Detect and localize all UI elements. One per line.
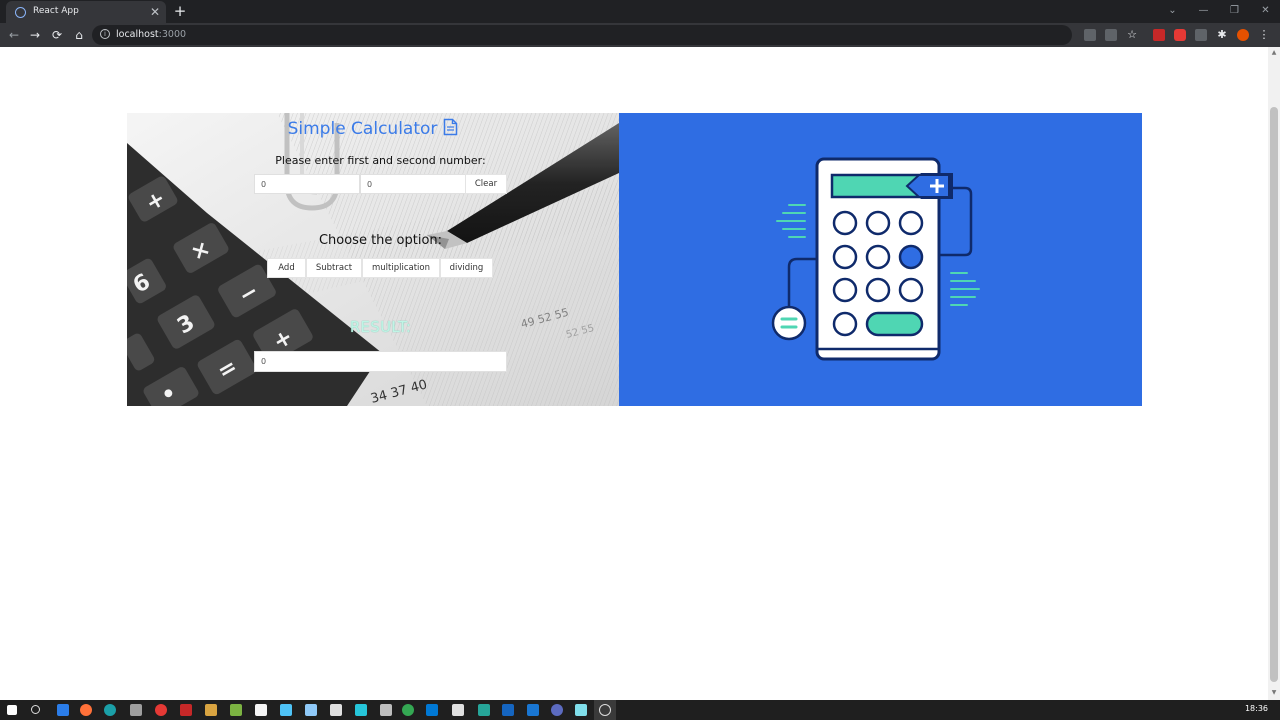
browser-toolbar: ← → ⟳ ⌂ i localhost:3000 ☆ ✱ ⋮	[0, 23, 1280, 47]
tab-close-icon[interactable]: ✕	[150, 4, 160, 20]
calculator-illustration	[771, 157, 980, 361]
edge-icon[interactable]	[104, 704, 116, 716]
app-icon-4[interactable]	[255, 704, 267, 716]
result-field[interactable]	[254, 351, 507, 372]
site-info-icon[interactable]: i	[100, 29, 110, 39]
scroll-thumb[interactable]	[1270, 107, 1278, 682]
reload-button[interactable]: ⟳	[48, 26, 66, 44]
new-tab-button[interactable]: +	[171, 2, 189, 20]
taskbar-clock: 18:36	[1244, 704, 1268, 713]
chrome-icon[interactable]	[402, 704, 414, 716]
profile-icon[interactable]	[1237, 29, 1249, 41]
page-scrollbar[interactable]: ▲ ▼	[1268, 47, 1280, 700]
vscode-icon[interactable]	[426, 704, 438, 716]
motion-lines-right-icon	[950, 272, 980, 306]
word-icon[interactable]	[502, 704, 514, 716]
edge-legacy-icon[interactable]	[57, 704, 69, 716]
address-url[interactable]: localhost:3000	[116, 29, 186, 40]
app-icon-12[interactable]	[527, 704, 539, 716]
document-icon	[443, 118, 458, 141]
forward-button[interactable]: →	[26, 26, 44, 44]
page-viewport: 49 52 55 34 37 40 52 55 + × − + 6 3 = • …	[0, 47, 1268, 700]
extension-red-icon[interactable]	[1153, 29, 1165, 41]
app-icon-1[interactable]	[130, 704, 142, 716]
first-number-input[interactable]	[254, 174, 360, 194]
close-window-button[interactable]: ✕	[1250, 0, 1280, 23]
dividing-button[interactable]: dividing	[440, 258, 493, 278]
react-favicon-icon	[15, 7, 26, 18]
result-label: RESULT:	[349, 318, 412, 336]
app-icon-5[interactable]	[280, 704, 292, 716]
search-icon[interactable]	[31, 705, 40, 714]
app-icon-7[interactable]	[330, 704, 342, 716]
add-button[interactable]: Add	[267, 258, 306, 278]
subtract-button[interactable]: Subtract	[306, 258, 362, 278]
extension-gray-icon[interactable]	[1195, 29, 1207, 41]
app-icon-13[interactable]	[551, 704, 563, 716]
app-icon-6[interactable]	[305, 704, 317, 716]
title-text: Simple Calculator	[287, 119, 438, 139]
instructions-text: Please enter first and second number:	[275, 154, 486, 167]
app-icon-11[interactable]	[478, 704, 490, 716]
calculator-illustration-panel	[619, 113, 1142, 406]
minimize-button[interactable]: —	[1188, 0, 1219, 23]
windows-start-icon[interactable]	[7, 705, 17, 715]
tab-title: React App	[33, 6, 79, 16]
address-bar[interactable]: i localhost:3000	[92, 25, 1072, 45]
app-icon-3[interactable]	[230, 704, 242, 716]
app-icon-9[interactable]	[380, 704, 392, 716]
scroll-up-arrow-icon[interactable]: ▲	[1270, 49, 1278, 57]
clear-button[interactable]: Clear	[465, 174, 507, 194]
windows-taskbar: 18:36	[0, 700, 1280, 720]
page-title: Simple Calculator	[127, 118, 619, 141]
scroll-down-arrow-icon[interactable]: ▼	[1270, 689, 1278, 697]
second-number-input[interactable]	[360, 174, 466, 194]
choose-option-label: Choose the option:	[318, 233, 443, 248]
translate-icon[interactable]	[1084, 29, 1096, 41]
restore-button[interactable]: ❐	[1219, 0, 1250, 23]
adblock-icon[interactable]	[1174, 29, 1186, 41]
back-button[interactable]: ←	[5, 26, 23, 44]
app-icon-8[interactable]	[355, 704, 367, 716]
tab-search-button[interactable]: ⌄	[1157, 0, 1188, 23]
browser-tab-strip: React App ✕ + ⌄ — ❐ ✕	[0, 0, 1280, 23]
calculator-panel: 49 52 55 34 37 40 52 55 + × − + 6 3 = • …	[127, 113, 619, 406]
home-button[interactable]: ⌂	[70, 26, 88, 44]
firefox-icon[interactable]	[80, 704, 92, 716]
tab-react-app[interactable]: React App ✕	[6, 1, 166, 23]
file-explorer-icon[interactable]	[205, 704, 217, 716]
opera-icon[interactable]	[155, 704, 167, 716]
app-icon-2[interactable]	[180, 704, 192, 716]
app-icon-10[interactable]	[452, 704, 464, 716]
app-icon-14[interactable]	[575, 704, 587, 716]
share-icon[interactable]	[1105, 29, 1117, 41]
star-icon[interactable]: ☆	[1126, 29, 1138, 41]
motion-lines-left-icon	[776, 204, 806, 238]
multiplication-button[interactable]: multiplication	[362, 258, 440, 278]
extensions-icon[interactable]: ✱	[1216, 29, 1228, 41]
menu-icon[interactable]: ⋮	[1258, 29, 1270, 41]
obs-icon[interactable]	[599, 704, 611, 716]
